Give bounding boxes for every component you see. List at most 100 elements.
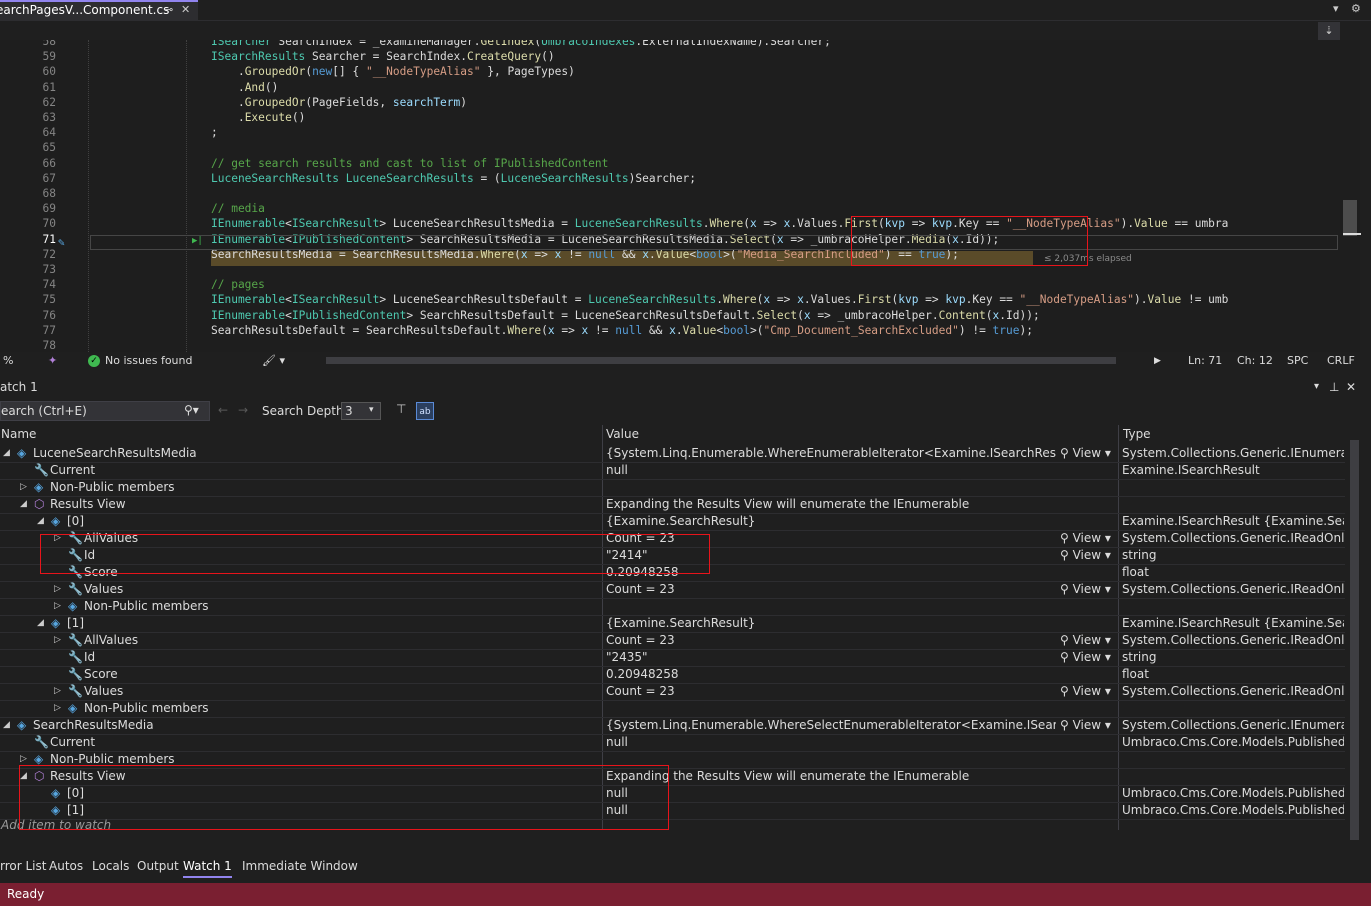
forward-arrow-icon[interactable]: → [238, 403, 248, 417]
watch-row[interactable]: ▷ 🔧 AllValues Count = 23 ⚲ View ▾ System.Coll… [0, 632, 1345, 650]
scroll-right-icon[interactable]: ▶ [1154, 352, 1161, 370]
watch-value[interactable]: null [606, 802, 1066, 819]
brush-icon[interactable]: 🖌 ▾ [262, 352, 285, 370]
watch-value[interactable]: "2435" [606, 649, 1056, 666]
code-line[interactable]: 74 // pages [0, 277, 1340, 292]
pin-panel-icon[interactable]: ⊥ [1329, 378, 1339, 396]
code-line[interactable]: 60 .GroupedOr(new[] { "__NodeTypeAlias" … [0, 64, 1340, 79]
code-line[interactable]: 67 LuceneSearchResults LuceneSearchResult… [0, 171, 1340, 186]
watch-value[interactable]: 0.20948258 [606, 666, 1066, 683]
collapse-icon[interactable]: ◢ [37, 615, 44, 632]
view-visualizer-button[interactable]: ⚲ View ▾ [1060, 649, 1118, 666]
value-column-header[interactable]: Value [606, 425, 639, 443]
run-to-cursor-icon[interactable]: ▶| [192, 236, 203, 246]
watch-value[interactable]: null [606, 785, 1066, 802]
view-visualizer-button[interactable]: ⚲ View ▾ [1060, 530, 1118, 547]
watch-row[interactable]: ▷ ◈ Non-Public members [0, 479, 1345, 497]
watch-row[interactable]: 🔧 Id "2435" ⚲ View ▾ string [0, 649, 1345, 667]
expand-icon[interactable]: ▷ [20, 479, 27, 496]
bottom-tab-locals[interactable]: Locals [92, 856, 129, 876]
code-line[interactable]: 78 [0, 338, 1340, 352]
view-visualizer-button[interactable]: ⚲ View ▾ [1060, 717, 1118, 734]
watch-value[interactable]: Expanding the Results View will enumerat… [606, 496, 1066, 513]
code-line[interactable]: 65 [0, 140, 1340, 155]
code-line[interactable]: 66 // get search results and cast to list… [0, 156, 1340, 171]
expand-icon[interactable]: ▷ [54, 700, 61, 717]
code-line[interactable]: 70 IEnumerable<ISearchResult> LuceneSearc… [0, 216, 1340, 231]
code-line[interactable]: 73 [0, 262, 1340, 277]
expand-icon[interactable]: ▷ [54, 581, 61, 598]
view-visualizer-button[interactable]: ⚲ View ▾ [1060, 547, 1118, 564]
watch-value[interactable]: {Examine.SearchResult} [606, 615, 1066, 632]
bottom-tab-autos[interactable]: Autos [49, 856, 83, 876]
collapse-icon[interactable]: ◢ [20, 496, 27, 513]
watch-row[interactable]: ◢ ◈ LuceneSearchResultsMedia {System.Linq.E… [0, 445, 1345, 463]
collapse-icon[interactable]: ◢ [3, 445, 10, 462]
column-indicator[interactable]: Ch: 12 [1237, 352, 1273, 370]
pin-source-icon[interactable]: ⊤ [396, 402, 406, 416]
watch-row[interactable]: ▷ 🔧 Values Count = 23 ⚲ View ▾ System.Collect… [0, 683, 1345, 701]
watch-row[interactable]: ◢ ◈ [0] {Examine.SearchResult} Examine.ISear… [0, 513, 1345, 531]
type-column-header[interactable]: Type [1123, 425, 1151, 443]
code-line[interactable]: 61 .And() [0, 80, 1340, 95]
split-editor-button[interactable]: ⇣ [1318, 22, 1340, 40]
watch-scroll-thumb[interactable] [1350, 440, 1359, 840]
watch-value[interactable]: null [606, 462, 1066, 479]
watch-row[interactable]: ◢ ◈ SearchResultsMedia {System.Linq.Enumera… [0, 717, 1345, 735]
zoom-level[interactable]: % [3, 352, 13, 370]
watch-value[interactable]: Count = 23 [606, 632, 1056, 649]
editor-vertical-scrollbar[interactable] [1340, 40, 1360, 352]
line-indicator[interactable]: Ln: 71 [1188, 352, 1222, 370]
back-arrow-icon[interactable]: ← [218, 403, 228, 417]
watch-row[interactable]: ▷ ◈ Non-Public members [0, 598, 1345, 616]
view-visualizer-button[interactable]: ⚲ View ▾ [1060, 632, 1118, 649]
bottom-tab-rror-list[interactable]: rror List [0, 856, 46, 876]
watch-row[interactable]: ▷ ◈ Non-Public members [0, 700, 1345, 718]
watch-value[interactable]: Count = 23 [606, 581, 1056, 598]
watch-row[interactable]: 🔧 Score 0.20948258 float [0, 666, 1345, 684]
expand-icon[interactable]: ▷ [54, 683, 61, 700]
view-visualizer-button[interactable]: ⚲ View ▾ [1060, 683, 1118, 700]
whitespace-indicator[interactable]: SPC [1287, 352, 1308, 370]
close-panel-icon[interactable]: ✕ [1346, 378, 1356, 396]
watch-row[interactable]: 🔧 Current null Examine.ISearchResult [0, 462, 1345, 480]
bottom-tab-immediate-window[interactable]: Immediate Window [242, 856, 358, 876]
watch-value[interactable]: Count = 23 [606, 683, 1056, 700]
bottom-tab-watch-1[interactable]: Watch 1 [183, 856, 232, 878]
gear-icon[interactable]: ⚙ [1351, 2, 1361, 15]
view-visualizer-button[interactable]: ⚲ View ▾ [1060, 445, 1118, 462]
search-icon[interactable]: ⚲▾ [184, 403, 199, 417]
watch-value[interactable]: null [606, 734, 1066, 751]
watch-value[interactable]: {System.Linq.Enumerable.WhereEnumerableI… [606, 445, 1056, 462]
collapse-icon[interactable]: ◢ [37, 513, 44, 530]
copilot-icon[interactable]: ✦ [48, 352, 57, 370]
code-line[interactable]: 69 // media [0, 201, 1340, 216]
document-tab[interactable]: earchPagesV...Component.cs ⊸ ✕ [0, 0, 198, 20]
hex-display-icon[interactable]: ab [416, 402, 434, 420]
code-line[interactable]: 62 .GroupedOr(PageFields, searchTerm) [0, 95, 1340, 110]
code-editor[interactable]: 58 ISearcher SearchIndex = _examineManage… [0, 40, 1340, 352]
expand-icon[interactable]: ▷ [54, 598, 61, 615]
code-line[interactable]: 58 ISearcher SearchIndex = _examineManage… [0, 40, 1340, 49]
view-visualizer-button[interactable]: ⚲ View ▾ [1060, 581, 1118, 598]
watch-row[interactable]: ◢ ◈ [1] {Examine.SearchResult} Examine.ISear… [0, 615, 1345, 633]
watch-row[interactable]: ◢ ⬡ Results View Expanding the Results View… [0, 496, 1345, 514]
name-column-header[interactable]: Name [1, 425, 36, 443]
code-line[interactable]: 59 ISearchResults Searcher = SearchIndex.… [0, 49, 1340, 64]
code-line[interactable]: 68 [0, 186, 1340, 201]
watch-value[interactable]: {Examine.SearchResult} [606, 513, 1066, 530]
collapse-icon[interactable]: ◢ [3, 717, 10, 734]
editor-scroll-thumb[interactable] [1343, 200, 1357, 236]
search-depth-select[interactable]: 3 ▾ [341, 402, 381, 420]
watch-search-input[interactable]: earch (Ctrl+E) ⚲▾ [0, 401, 210, 421]
code-line[interactable]: 76 IEnumerable<IPublishedContent> SearchR… [0, 308, 1340, 323]
watch-row[interactable]: 🔧 Current null Umbraco.Cms.Core.Models.Publ… [0, 734, 1345, 752]
window-menu-icon[interactable]: ▾ [1314, 378, 1319, 396]
issues-status[interactable]: No issues found [105, 352, 192, 370]
edit-and-continue-icon[interactable]: ✎ [58, 236, 65, 249]
pin-icon[interactable]: ⊸ [164, 2, 173, 18]
code-line[interactable]: 75 IEnumerable<ISearchResult> LuceneSearc… [0, 292, 1340, 307]
code-line[interactable]: 63 .Execute() [0, 110, 1340, 125]
watch-row[interactable]: ▷ 🔧 Values Count = 23 ⚲ View ▾ System.Collect… [0, 581, 1345, 599]
expand-icon[interactable]: ▷ [54, 632, 61, 649]
